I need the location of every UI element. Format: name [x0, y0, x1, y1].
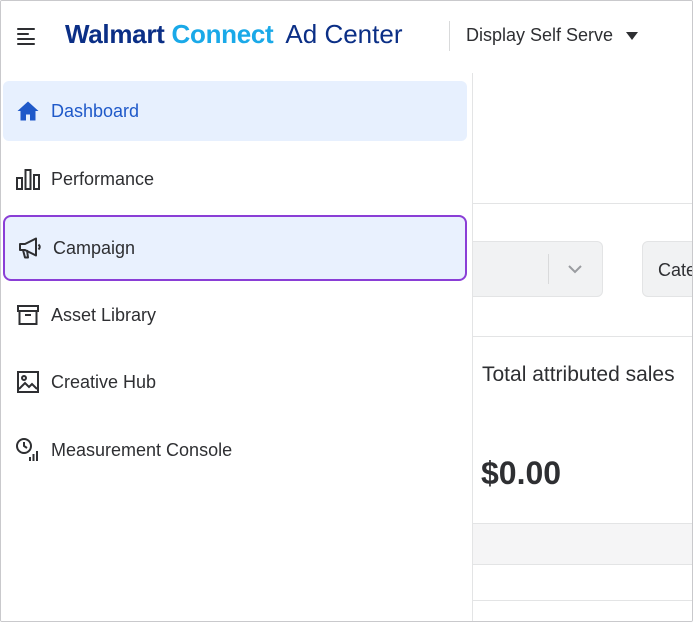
clock-signal-icon: [15, 437, 41, 463]
sidebar-item-measurement-console[interactable]: Measurement Console: [3, 420, 467, 480]
caret-down-icon: [626, 31, 639, 40]
sidebar-item-creative-hub[interactable]: Creative Hub: [3, 352, 467, 412]
sidebar-item-asset-library[interactable]: Asset Library: [3, 285, 467, 345]
table-divider: [473, 600, 692, 601]
app-window: Walmart Connect Ad Center Display Self S…: [0, 0, 693, 622]
category-filter-label: Cate: [658, 260, 693, 280]
chevron-down-icon: [568, 265, 582, 274]
dropdown-divider: [548, 254, 549, 284]
sidebar-item-dashboard[interactable]: Dashboard: [3, 81, 467, 141]
product-selector-dropdown[interactable]: Display Self Serve: [466, 25, 639, 46]
main-content: Cate Total attributed sales $0.00: [473, 73, 693, 621]
filter-dropdown[interactable]: [473, 241, 603, 297]
page-banner: [473, 73, 692, 204]
sidebar-item-label: Campaign: [53, 237, 136, 258]
table-header-row: [473, 523, 692, 565]
brand-logo[interactable]: Walmart Connect Ad Center: [65, 19, 403, 53]
sidebar-item-label: Performance: [51, 168, 155, 189]
metric-label: Total attributed sales: [482, 363, 675, 386]
metric-value: $0.00: [481, 455, 562, 491]
image-icon: [15, 369, 41, 395]
category-filter-dropdown[interactable]: Cate: [642, 241, 693, 297]
brand-walmart: Walmart: [65, 19, 165, 49]
product-selector-label: Display Self Serve: [466, 25, 614, 45]
archive-box-icon: [15, 302, 41, 328]
sidebar-item-performance[interactable]: Performance: [3, 149, 467, 209]
sidebar-item-label: Asset Library: [51, 304, 157, 325]
top-header: Walmart Connect Ad Center Display Self S…: [1, 1, 692, 74]
sidebar-item-label: Dashboard: [51, 100, 140, 121]
brand-ad-center: Ad Center: [285, 19, 403, 49]
sidebar-item-label: Measurement Console: [51, 439, 233, 460]
home-icon: [15, 98, 41, 124]
hamburger-menu-icon[interactable]: [17, 27, 37, 45]
bar-chart-icon: [15, 166, 41, 192]
sidebar-item-campaign[interactable]: Campaign: [3, 215, 467, 281]
megaphone-icon: [17, 235, 43, 261]
sidebar-nav: Dashboard Performance Campaign Asset Lib…: [1, 73, 473, 621]
header-divider: [449, 21, 450, 51]
brand-connect: Connect: [171, 19, 274, 49]
sidebar-item-label: Creative Hub: [51, 371, 157, 392]
